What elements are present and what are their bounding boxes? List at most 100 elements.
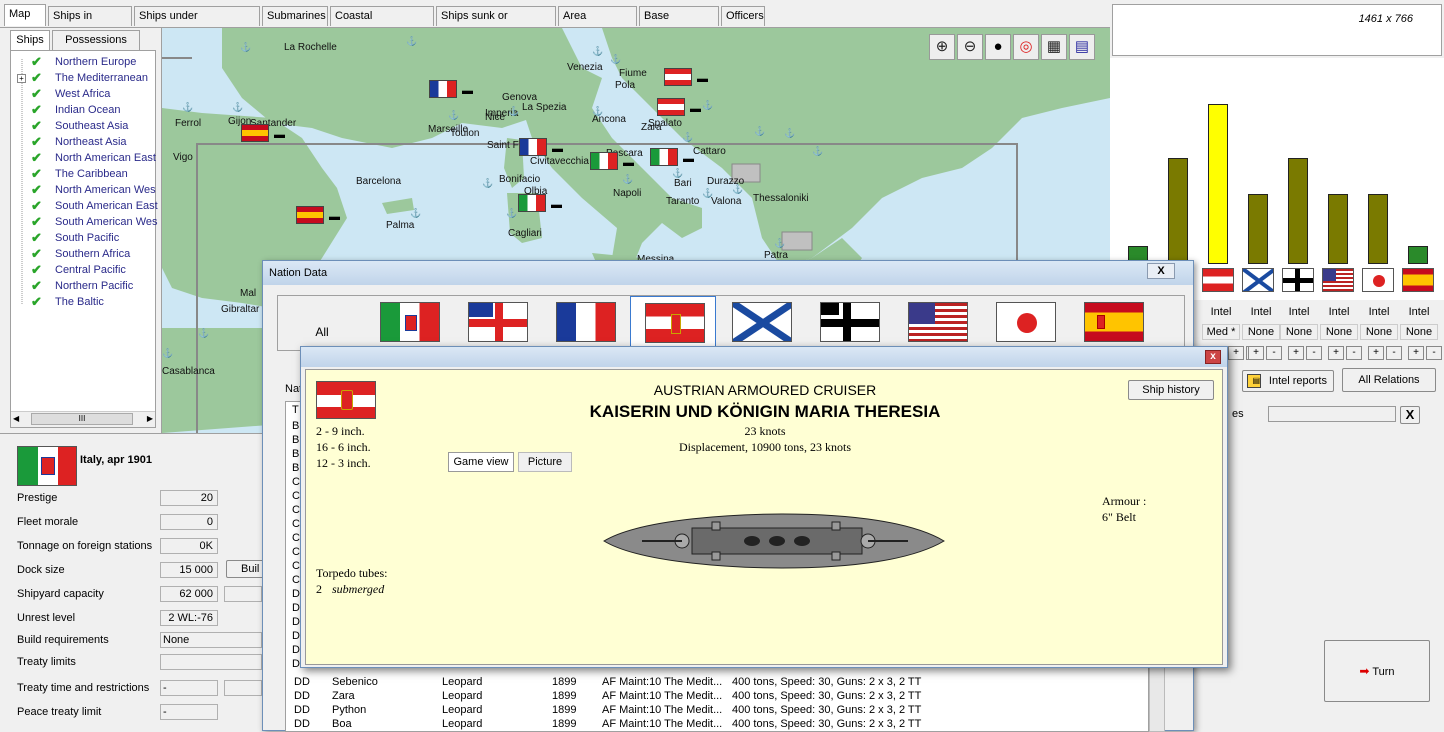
build-button[interactable]: Buil [226, 560, 266, 578]
tab-submarines[interactable]: Submarines [262, 6, 328, 26]
map-flag-italy[interactable]: ▬ [650, 148, 694, 166]
flag-usa[interactable] [1322, 268, 1354, 292]
tree-item-central-pacific[interactable]: ✔ Central Pacific [11, 262, 155, 279]
tab-ships-under-construction[interactable]: Ships under construction [134, 6, 260, 40]
oil-drop-icon[interactable]: ● [985, 34, 1011, 60]
filter-input[interactable] [1268, 406, 1396, 422]
map-flag-france[interactable]: ▬ [519, 138, 563, 156]
minus-button[interactable]: - [1346, 346, 1362, 360]
filter-flag-italy[interactable] [366, 296, 452, 350]
tree-item-south-pacific[interactable]: ✔ South Pacific [11, 230, 155, 247]
region-tree: ✔ Northern Europe ✔ The Mediterranean + ✔ West… [10, 50, 158, 428]
zoom-out-icon[interactable]: ⊖ [957, 34, 983, 60]
flag-austria[interactable] [1202, 268, 1234, 292]
plus-button[interactable]: + [1228, 346, 1244, 360]
minus-button[interactable]: - [1306, 346, 1322, 360]
tree-item-north-american-east[interactable]: ✔ North American East [11, 150, 156, 167]
tree-horizontal-scrollbar[interactable]: ◀ III ▶ [11, 411, 155, 427]
turn-button[interactable]: ➡ Turn [1324, 640, 1430, 702]
intel-value[interactable]: None [1242, 324, 1280, 340]
intel-value[interactable]: Med * [1202, 324, 1240, 340]
minus-button[interactable]: - [1426, 346, 1442, 360]
map-flag-italy[interactable]: ▬ [518, 194, 562, 212]
flag-germany[interactable] [1282, 268, 1314, 292]
all-relations-button[interactable]: All Relations [1342, 368, 1436, 392]
plus-button[interactable]: + [1408, 346, 1424, 360]
filter-flag-japan[interactable] [982, 296, 1068, 350]
scroll-thumb[interactable]: III [31, 413, 133, 425]
tree-item-label: South American Wes [55, 216, 158, 228]
plus-button[interactable]: + [1288, 346, 1304, 360]
ship-history-button[interactable]: Ship history [1128, 380, 1214, 400]
zoom-in-icon[interactable]: ⊕ [929, 34, 955, 60]
tree-item-the-baltic[interactable]: ✔ The Baltic [11, 294, 155, 311]
base-icon[interactable]: ▦ [1041, 34, 1067, 60]
nation-data-close-button[interactable]: X [1147, 263, 1175, 279]
tab-base-overview[interactable]: Base overview [639, 6, 719, 40]
expand-icon[interactable]: + [17, 74, 26, 83]
target-icon[interactable]: ◎ [1013, 34, 1039, 60]
intel-value[interactable]: None [1320, 324, 1358, 340]
tab-ships-in-service[interactable]: Ships in service [48, 6, 132, 40]
filter-flag-britain[interactable] [454, 296, 540, 350]
map-label-mal: Mal [240, 288, 257, 299]
tree-item-indian-ocean[interactable]: ✔ Indian Ocean [11, 102, 155, 119]
picture-tab[interactable]: Picture [518, 452, 572, 472]
tree-item-northeast-asia[interactable]: ✔ Northeast Asia [11, 134, 155, 151]
tree-item-north-american-wes[interactable]: ✔ North American Wes [11, 182, 156, 199]
filter-flag-usa[interactable] [894, 296, 980, 350]
tab-officers[interactable]: Officers [721, 6, 765, 26]
tree-item-northern-pacific[interactable]: ✔ Northern Pacific [11, 278, 155, 295]
map-flag-austria[interactable]: ▬ [657, 98, 701, 116]
table-row[interactable]: DD Sebenico Leopard 1899 AF Maint:10 The Med… [286, 676, 1148, 690]
minus-button[interactable]: - [1266, 346, 1282, 360]
filter-flag-russia[interactable] [718, 296, 804, 350]
tree-item-the-caribbean[interactable]: ✔ The Caribbean [11, 166, 155, 183]
legend-icon[interactable]: ▤ [1069, 34, 1095, 60]
map-flag-italy[interactable]: ▬ [590, 152, 634, 170]
filter-flag-austria[interactable] [630, 296, 716, 350]
filter-flag-germany[interactable] [806, 296, 892, 350]
table-row[interactable]: DD Zara Leopard 1899 AF Maint:10 The Medit..… [286, 690, 1148, 704]
plus-button[interactable]: + [1248, 346, 1264, 360]
tab-ships-sunk-or-scrapped[interactable]: Ships sunk or scrapped [436, 6, 556, 40]
game-view-tab[interactable]: Game view [448, 452, 514, 472]
intel-reports-button[interactable]: ▤ Intel reports [1242, 370, 1334, 392]
map-flag-austria[interactable]: ▬ [664, 68, 708, 86]
table-row[interactable]: DD Python Leopard 1899 AF Maint:10 The Medit… [286, 704, 1148, 718]
ship-detail-close-button[interactable]: x [1205, 350, 1221, 364]
scroll-right-icon[interactable]: ▶ [147, 414, 153, 423]
intel-value[interactable]: None [1400, 324, 1438, 340]
flag-spain[interactable] [1402, 268, 1434, 292]
tab-map[interactable]: Map [4, 4, 46, 26]
map-flag-spain[interactable]: ▬ [241, 124, 285, 142]
anchor-icon: ⚓ [702, 188, 714, 198]
check-icon: ✔ [31, 102, 42, 117]
filter-flag-france[interactable] [542, 296, 628, 350]
plus-button[interactable]: + [1368, 346, 1384, 360]
tree-item-the-mediterranean[interactable]: ✔ The Mediterranean + [11, 70, 155, 87]
flag-japan[interactable] [1362, 268, 1394, 292]
flag-russia[interactable] [1242, 268, 1274, 292]
tree-item-south-american-east[interactable]: ✔ South American East [11, 198, 158, 215]
plus-button[interactable]: + [1328, 346, 1344, 360]
map-flag-france[interactable]: ▬ [429, 80, 473, 98]
tab-coastal-fortifications[interactable]: Coastal fortifications [330, 6, 434, 40]
tree-item-northern-europe[interactable]: ✔ Northern Europe [11, 54, 155, 71]
filter-flag-spain[interactable] [1070, 296, 1156, 350]
minus-button[interactable]: - [1386, 346, 1402, 360]
tree-item-southeast-asia[interactable]: ✔ Southeast Asia [11, 118, 155, 135]
map-flag-spain[interactable]: ▬ [296, 206, 340, 224]
tree-item-southern-africa[interactable]: ✔ Southern Africa [11, 246, 155, 263]
intel-value[interactable]: None [1280, 324, 1318, 340]
intel-value[interactable]: None [1360, 324, 1398, 340]
side-tab-ships[interactable]: Ships [10, 30, 50, 50]
tree-item-south-american-wes[interactable]: ✔ South American Wes [11, 214, 158, 231]
side-tab-possessions[interactable]: Possessions [52, 30, 140, 50]
filter-clear-button[interactable]: X [1400, 406, 1420, 424]
scroll-left-icon[interactable]: ◀ [13, 414, 19, 423]
tab-area-overview[interactable]: Area overview [558, 6, 637, 40]
tree-item-west-africa[interactable]: ✔ West Africa [11, 86, 155, 103]
table-row[interactable]: DD Boa Leopard 1899 AF Maint:10 The Medit...… [286, 718, 1148, 732]
filter-all-button[interactable]: All [278, 296, 366, 350]
